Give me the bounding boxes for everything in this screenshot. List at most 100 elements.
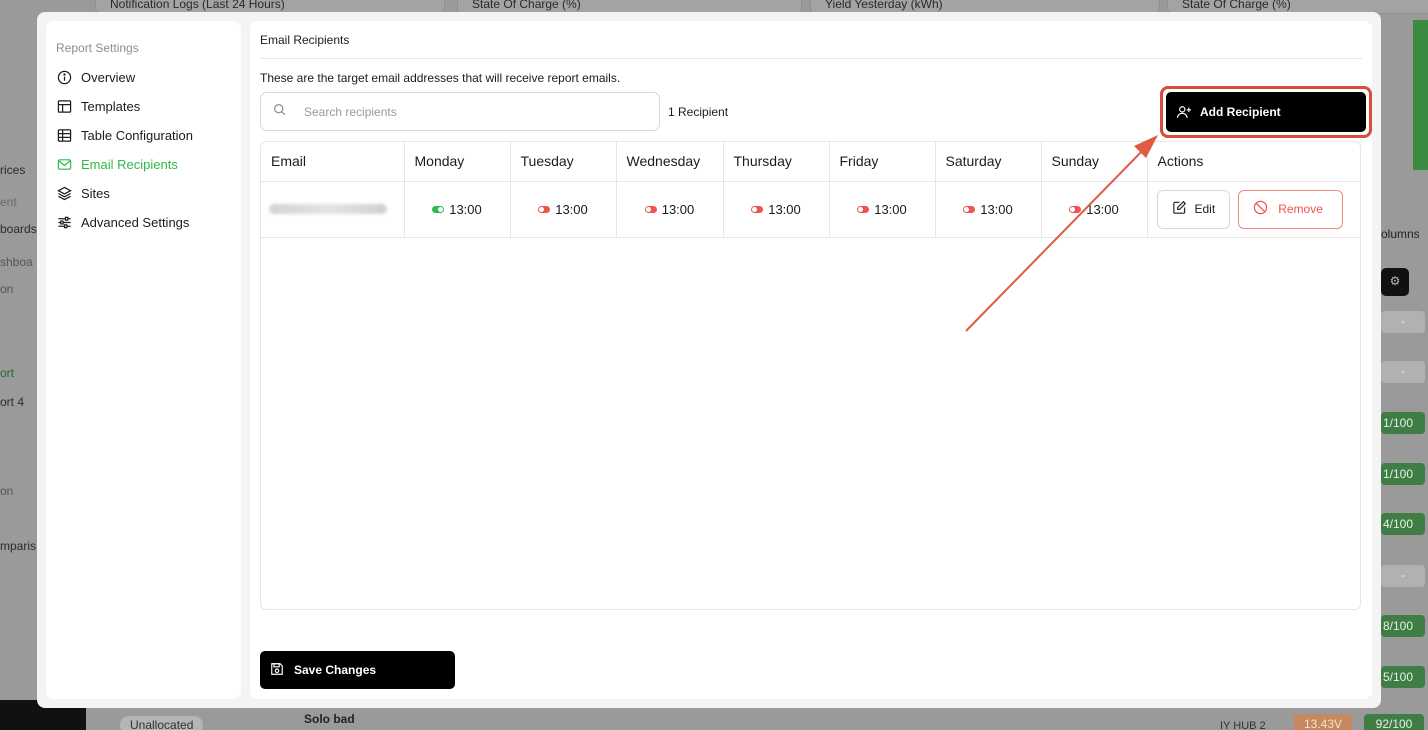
- background-status-badge: Unallocated: [120, 716, 204, 730]
- sidebar-item-label: Sites: [81, 186, 110, 201]
- schedule-cell-tuesday[interactable]: 13:00: [510, 181, 617, 238]
- toggle-icon[interactable]: [538, 206, 551, 213]
- add-recipient-button[interactable]: Add Recipient: [1166, 92, 1366, 132]
- remove-button[interactable]: Remove: [1238, 189, 1344, 229]
- sidebar-title: Report Settings: [56, 41, 139, 55]
- background-nav-text: rices: [0, 163, 26, 177]
- sliders-icon: [56, 215, 72, 231]
- schedule-cell-sunday[interactable]: 13:00: [1041, 181, 1148, 238]
- schedule-cell-friday[interactable]: 13:00: [829, 181, 936, 238]
- layout-icon: [56, 99, 72, 115]
- search-input[interactable]: [304, 104, 634, 119]
- background-nav-text: mparis: [0, 539, 37, 553]
- background-score-pill: 1/100: [1381, 412, 1425, 434]
- toggle-icon[interactable]: [963, 206, 976, 213]
- divider: [260, 58, 1362, 59]
- recipient-count: 1 Recipient: [668, 105, 729, 119]
- recipients-table: Email Monday Tuesday Wednesday Thursday …: [260, 141, 1361, 610]
- background-empty-pill: -: [1381, 311, 1425, 333]
- report-settings-modal: Report Settings Overview Templates Table…: [37, 12, 1381, 708]
- background-hub: IY HUB 2: [1220, 720, 1266, 730]
- mail-icon: [56, 157, 72, 173]
- add-recipient-label: Add Recipient: [1200, 105, 1281, 119]
- column-header-monday: Monday: [404, 142, 511, 182]
- info-icon: [56, 70, 72, 86]
- background-chart-bar: [1413, 20, 1428, 170]
- sidebar-item-label: Overview: [81, 70, 136, 85]
- schedule-cell-monday[interactable]: 13:00: [404, 181, 511, 238]
- table-row: 13:00 13:00 13:00 13:00 13:00 13:00 13:0…: [261, 181, 1360, 238]
- background-nav-text: shboa: [0, 255, 33, 269]
- sidebar-item-overview[interactable]: Overview: [56, 63, 231, 92]
- column-header-actions: Actions: [1147, 142, 1360, 182]
- sidebar-item-label: Email Recipients: [81, 157, 178, 172]
- background-nav-text: boards: [0, 222, 37, 236]
- toggle-icon[interactable]: [644, 206, 657, 213]
- schedule-time: 13:00: [1086, 202, 1119, 217]
- column-header-friday: Friday: [829, 142, 936, 182]
- search-box[interactable]: [260, 92, 660, 131]
- background-card-label: State Of Charge (%): [1182, 0, 1291, 11]
- edit-label: Edit: [1194, 202, 1216, 216]
- column-header-email: Email: [261, 142, 405, 182]
- table-header-row: Email Monday Tuesday Wednesday Thursday …: [261, 142, 1360, 182]
- schedule-cell-wednesday[interactable]: 13:00: [616, 181, 724, 238]
- background-card-label: State Of Charge (%): [472, 0, 581, 11]
- background-score: 92/100: [1364, 714, 1424, 730]
- sidebar-item-table-configuration[interactable]: Table Configuration: [56, 121, 231, 150]
- edit-icon: [1172, 200, 1187, 218]
- schedule-cell-saturday[interactable]: 13:00: [935, 181, 1042, 238]
- toggle-icon[interactable]: [432, 206, 445, 213]
- schedule-time: 13:00: [874, 202, 907, 217]
- search-icon: [273, 103, 286, 121]
- background-empty-pill: -: [1381, 565, 1425, 587]
- column-header-saturday: Saturday: [935, 142, 1042, 182]
- save-icon: [270, 662, 284, 679]
- background-score-pill: 4/100: [1381, 513, 1425, 535]
- save-changes-button[interactable]: Save Changes: [260, 651, 455, 689]
- column-header-thursday: Thursday: [723, 142, 830, 182]
- sidebar-item-email-recipients[interactable]: Email Recipients: [56, 150, 231, 179]
- schedule-time: 13:00: [449, 202, 482, 217]
- sidebar-item-label: Table Configuration: [81, 128, 194, 143]
- email-cell: [261, 181, 405, 238]
- toggle-icon[interactable]: [751, 206, 764, 213]
- background-nav-text: ort 4: [0, 395, 25, 409]
- sidebar-item-label: Templates: [81, 99, 141, 114]
- background-card-label: Notification Logs (Last 24 Hours): [110, 0, 285, 11]
- background-site-name: Solo bad: [304, 712, 355, 726]
- panel-title: Email Recipients: [260, 33, 350, 47]
- background-right-column: olumns ⚙ - - 1/100 1/100 4/100 - 8/100 5…: [1381, 0, 1428, 730]
- background-columns-label: olumns: [1381, 227, 1420, 241]
- schedule-time: 13:00: [980, 202, 1013, 217]
- sidebar-item-sites[interactable]: Sites: [56, 179, 231, 208]
- toggle-icon[interactable]: [857, 206, 870, 213]
- panel-description: These are the target email addresses tha…: [260, 71, 621, 85]
- background-voltage: 13.43V: [1294, 714, 1352, 730]
- background-score-pill: 8/100: [1381, 615, 1425, 637]
- table-icon: [56, 128, 72, 144]
- background-nav-text: on: [0, 282, 14, 296]
- background-score-pill: 1/100: [1381, 463, 1425, 485]
- background-empty-pill: -: [1381, 361, 1425, 383]
- edit-button[interactable]: Edit: [1156, 189, 1231, 229]
- background-nav-text: on: [0, 484, 14, 498]
- schedule-cell-thursday[interactable]: 13:00: [723, 181, 830, 238]
- background-score-pill: 5/100: [1381, 666, 1425, 688]
- column-header-tuesday: Tuesday: [510, 142, 617, 182]
- actions-cell: Edit Remove: [1147, 181, 1360, 238]
- column-header-sunday: Sunday: [1041, 142, 1148, 182]
- remove-label: Remove: [1278, 202, 1323, 216]
- save-changes-label: Save Changes: [294, 663, 377, 677]
- sidebar-item-advanced-settings[interactable]: Advanced Settings: [56, 208, 231, 237]
- background-nav-text: ent: [0, 195, 17, 209]
- layers-icon: [56, 186, 72, 202]
- background-bottom-row: Unallocated Solo bad IY HUB 2 13.43V 92/…: [0, 700, 1428, 730]
- sidebar-item-templates[interactable]: Templates: [56, 92, 231, 121]
- email-recipients-panel: Email Recipients These are the target em…: [250, 21, 1372, 699]
- user-plus-icon: [1176, 105, 1192, 119]
- sidebar-item-label: Advanced Settings: [81, 215, 190, 230]
- column-header-wednesday: Wednesday: [616, 142, 724, 182]
- schedule-time: 13:00: [661, 202, 695, 217]
- toggle-icon[interactable]: [1069, 206, 1082, 213]
